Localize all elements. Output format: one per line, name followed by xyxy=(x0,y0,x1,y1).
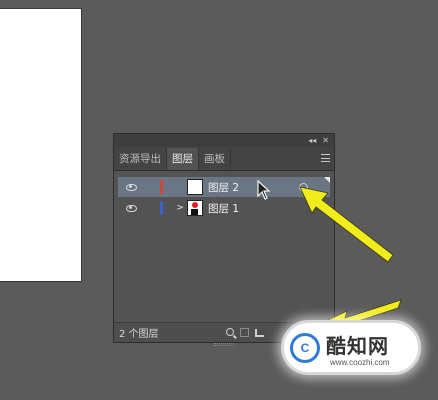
square-icon[interactable] xyxy=(240,328,249,337)
tab-asset-export[interactable]: 资源导出 xyxy=(114,148,167,170)
target-circle-icon[interactable] xyxy=(299,182,308,192)
layer-row-2[interactable]: 图层 2 xyxy=(118,177,330,197)
watermark-brand: 酷知网 xyxy=(326,334,389,358)
tab-layers[interactable]: 图层 xyxy=(167,148,199,170)
watermark: C 酷知网 www.coozhi.com xyxy=(281,320,421,375)
black-shape-icon xyxy=(191,209,198,215)
hamburger-menu-icon[interactable] xyxy=(321,154,330,162)
logo-icon: C xyxy=(290,333,320,363)
search-icon[interactable] xyxy=(226,327,234,336)
eye-icon xyxy=(125,204,137,212)
visibility-toggle[interactable] xyxy=(118,198,144,218)
eye-icon xyxy=(125,183,137,191)
tab-artboards[interactable]: 画板 xyxy=(199,148,231,170)
layer-color-bar xyxy=(160,201,163,215)
close-icon[interactable]: ✕ xyxy=(322,136,329,145)
layer-thumbnail xyxy=(187,179,203,195)
selection-indicator-icon xyxy=(324,177,330,183)
layer-list: 图层 2 > 图层 1 xyxy=(118,177,330,219)
mouse-pointer-icon xyxy=(257,180,271,200)
visibility-toggle[interactable] xyxy=(118,177,144,197)
layer-thumbnail xyxy=(187,200,203,216)
panel-topbar: ◂◂ ✕ xyxy=(114,134,334,147)
watermark-url: www.coozhi.com xyxy=(330,358,390,367)
panel-tabs: 资源导出 图层 画板 xyxy=(114,147,334,171)
artboard xyxy=(0,8,82,282)
red-dot-icon xyxy=(192,202,198,208)
resize-grip[interactable] xyxy=(214,343,234,346)
layer-count: 2 个图层 xyxy=(119,329,159,340)
layer-row-1[interactable]: > 图层 1 xyxy=(118,198,330,218)
layer-name[interactable]: 图层 2 xyxy=(208,180,299,195)
layers-panel: ◂◂ ✕ 资源导出 图层 画板 图层 2 > 图层 1 2 个图层 xyxy=(113,133,335,346)
expand-chevron-icon[interactable]: > xyxy=(173,203,187,213)
collapse-icon[interactable]: ◂◂ xyxy=(308,136,316,145)
layer-name[interactable]: 图层 1 xyxy=(208,201,330,216)
layer-color-bar xyxy=(160,180,163,194)
clip-icon[interactable] xyxy=(255,328,264,337)
